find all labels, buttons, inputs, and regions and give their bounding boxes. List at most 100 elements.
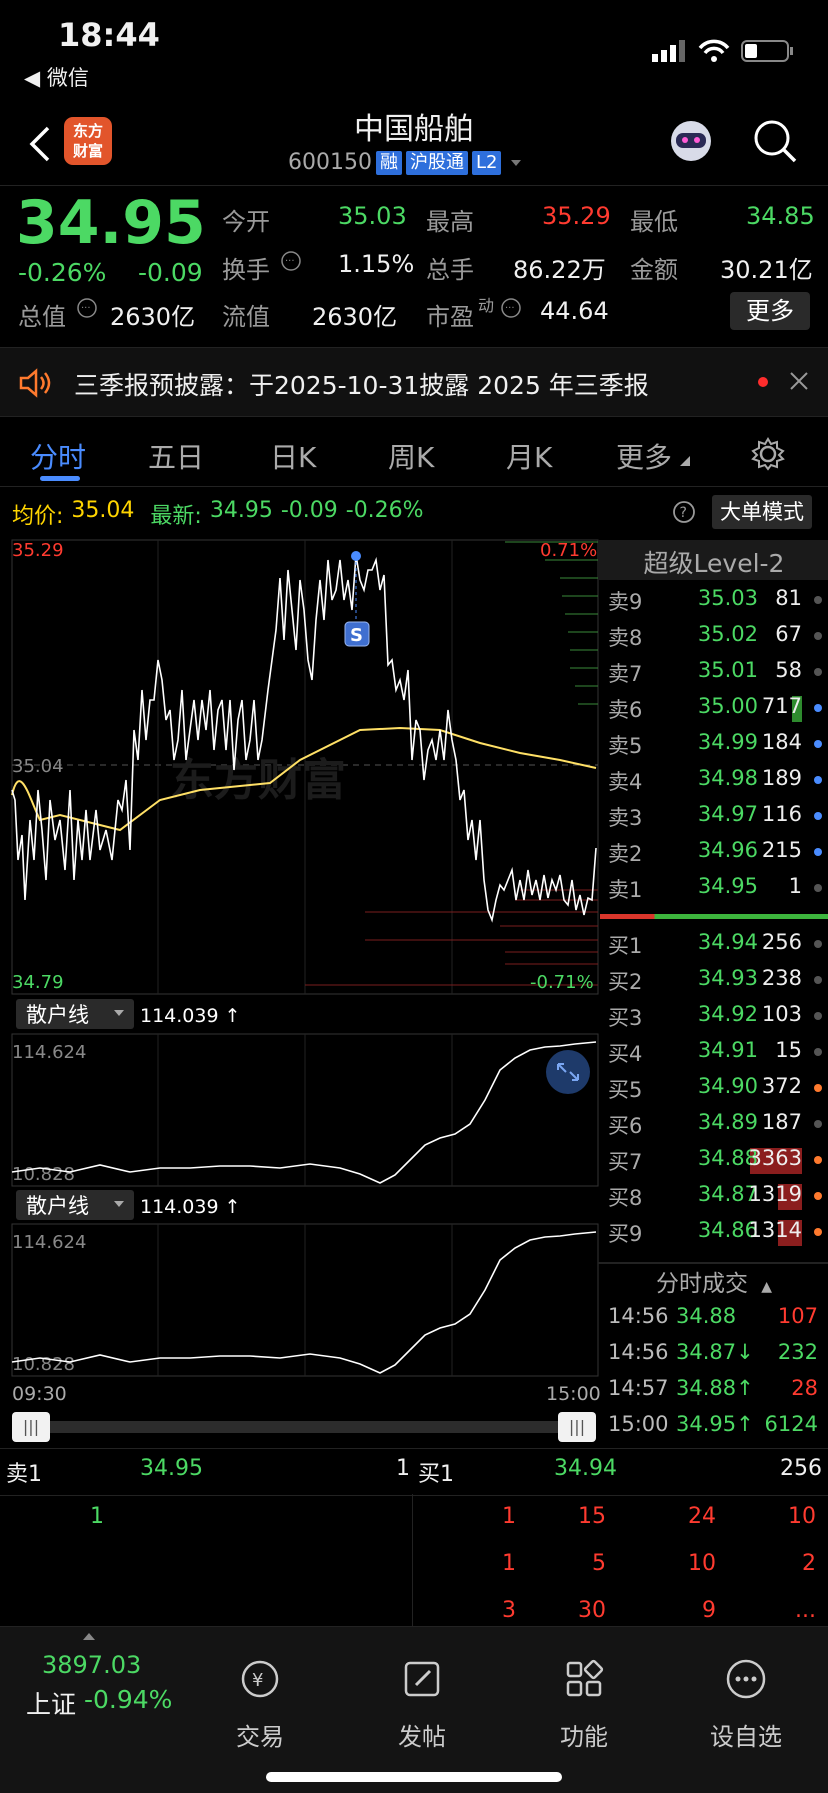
- ask-indicator-dot: [814, 632, 822, 640]
- bid-row[interactable]: 买2 34.93 238: [600, 962, 828, 998]
- index-name[interactable]: 上证: [26, 1685, 76, 1721]
- open-label: 今开: [222, 208, 270, 236]
- ask-price: 34.99: [697, 730, 758, 754]
- trades-title-row[interactable]: 分时成交 ▲: [600, 1264, 828, 1298]
- tab-intraday[interactable]: 分时: [30, 436, 86, 476]
- ask-row[interactable]: 卖7 35.01 58: [600, 654, 828, 690]
- ask-row[interactable]: 卖5 34.99 184: [600, 726, 828, 762]
- range-handle-right[interactable]: |||: [558, 1412, 596, 1442]
- mktcap-value: 2630亿: [110, 303, 196, 331]
- tab-monthly-k[interactable]: 月K: [506, 436, 552, 476]
- ask-label: 卖8: [608, 626, 643, 650]
- ask-row[interactable]: 卖2 34.96 215: [600, 834, 828, 870]
- dropdown-icon: [511, 159, 522, 166]
- low-label: 最低: [630, 208, 678, 236]
- chart-tabs: 分时 五日 日K 周K 月K 更多: [0, 418, 828, 487]
- bid-volume: 238: [761, 966, 802, 990]
- tab-more[interactable]: 更多: [616, 436, 672, 476]
- sell-queue-item: 1: [90, 1504, 104, 1529]
- buy-queue-item: 15: [578, 1504, 606, 1529]
- ask-row[interactable]: 卖8 35.02 67: [600, 618, 828, 654]
- tab-functions[interactable]: 功能: [524, 1657, 644, 1752]
- search-icon[interactable]: [752, 118, 798, 164]
- bid-row[interactable]: 买6 34.89 187: [600, 1106, 828, 1142]
- trade-price: 34.87↓: [676, 1340, 754, 1364]
- tab-weekly-k[interactable]: 周K: [388, 436, 434, 476]
- turnover-info-icon[interactable]: ···: [280, 250, 302, 272]
- svg-text:···: ···: [505, 303, 515, 314]
- robot-assistant-icon[interactable]: [666, 116, 716, 166]
- ask-price: 35.02: [697, 622, 758, 646]
- buy-queue-item: 9: [702, 1598, 716, 1623]
- ask-indicator-dot: [814, 812, 822, 820]
- high-value: 35.29: [542, 202, 611, 230]
- ask-row[interactable]: 卖3 34.97 116: [600, 798, 828, 834]
- index-value[interactable]: 3897.03: [42, 1651, 141, 1679]
- more-quote-button[interactable]: 更多: [730, 292, 810, 330]
- bid-ask-ratio-bar: [600, 914, 828, 919]
- bid-price: 34.89: [697, 1110, 758, 1134]
- ask-row[interactable]: 卖9 35.03 81: [600, 582, 828, 618]
- range-handle-left[interactable]: |||: [12, 1412, 50, 1442]
- buy-queue-item: ...: [795, 1598, 816, 1623]
- tab-five-day[interactable]: 五日: [148, 436, 204, 476]
- signal-bar-3: [670, 45, 676, 62]
- trade-row: 14:56 34.88 107: [600, 1300, 828, 1334]
- stock-code-row[interactable]: 600150 融 沪股通 L2: [288, 150, 531, 175]
- tab-add-watchlist[interactable]: 设自选: [686, 1657, 806, 1752]
- ask-label: 卖7: [608, 662, 643, 686]
- low-value: 34.85: [746, 202, 815, 230]
- ask-price: 35.01: [697, 658, 758, 682]
- bid-row[interactable]: 买3 34.92 103: [600, 998, 828, 1034]
- bid-row[interactable]: 买8 34.87 1319: [600, 1178, 828, 1214]
- ask-indicator-dot: [814, 884, 822, 892]
- bid-row[interactable]: 买1 34.94 256: [600, 926, 828, 962]
- bid-indicator-dot: [814, 1156, 822, 1164]
- tab-trade-label: 交易: [236, 1723, 284, 1751]
- settings-gear-icon[interactable]: [750, 436, 786, 472]
- help-icon[interactable]: ?: [672, 500, 696, 524]
- pe-value: 44.64: [540, 297, 609, 325]
- time-range-track[interactable]: [46, 1421, 566, 1433]
- buy-queue-item: 24: [688, 1504, 716, 1529]
- trade-time: 14:56: [608, 1340, 669, 1364]
- close-icon[interactable]: [788, 370, 810, 392]
- bid-row[interactable]: 买7 34.88 3363: [600, 1142, 828, 1178]
- bid-indicator-dot: [814, 1012, 822, 1020]
- bid-row[interactable]: 买5 34.90 372: [600, 1070, 828, 1106]
- index-change[interactable]: -0.94%: [84, 1685, 172, 1714]
- indicator2-name: 散户线: [26, 1194, 89, 1218]
- tab-trade[interactable]: ¥ 交易: [200, 1657, 320, 1752]
- status-bar: 18:44 ◀ 微信: [0, 0, 828, 100]
- intraday-chart[interactable]: 东方财富 S 35.29 35.04 34.79 0.71% -0.71% 散户…: [0, 490, 600, 1410]
- bid-row[interactable]: 买9 34.86 1314: [600, 1214, 828, 1250]
- ask-volume: 184: [761, 730, 802, 754]
- bid-price: 34.92: [697, 1002, 758, 1026]
- ask-volume: 1: [788, 874, 802, 898]
- ask-label: 卖1: [608, 878, 643, 902]
- trade-volume: 232: [777, 1340, 818, 1364]
- tag-margin: 融: [375, 150, 402, 175]
- bid-row[interactable]: 买4 34.91 15: [600, 1034, 828, 1070]
- ask-label: 卖2: [608, 842, 643, 866]
- big-order-mode-button[interactable]: 大单模式: [712, 495, 812, 529]
- speaker-icon: [19, 368, 51, 398]
- ask-indicator-dot: [814, 668, 822, 676]
- back-to-wechat-link[interactable]: ◀ 微信: [24, 62, 89, 92]
- tab-post[interactable]: 发帖: [362, 1657, 482, 1752]
- bid-label: 买9: [608, 1222, 643, 1246]
- ask-label: 卖5: [608, 734, 643, 758]
- bottom-tab-bar: 3897.03 上证 -0.94% ¥ 交易 发帖 功能 设自选: [0, 1626, 828, 1793]
- ask-row[interactable]: 卖4 34.98 189: [600, 762, 828, 798]
- tab-daily-k[interactable]: 日K: [270, 436, 316, 476]
- pe-info-icon[interactable]: ···: [500, 297, 522, 319]
- bid-price: 34.88: [697, 1146, 758, 1170]
- stock-code: 600150: [288, 150, 372, 175]
- ask-indicator-dot: [814, 848, 822, 856]
- notice-banner[interactable]: 三季报预披露：于2025-10-31披露 2025 年三季报: [0, 347, 828, 417]
- ask-row[interactable]: 卖6 35.00 717: [600, 690, 828, 726]
- ask-row[interactable]: 卖1 34.95 1: [600, 870, 828, 906]
- ask-volume: 58: [775, 658, 802, 682]
- mktcap-info-icon[interactable]: ···: [76, 297, 98, 319]
- tab-functions-label: 功能: [560, 1723, 608, 1751]
